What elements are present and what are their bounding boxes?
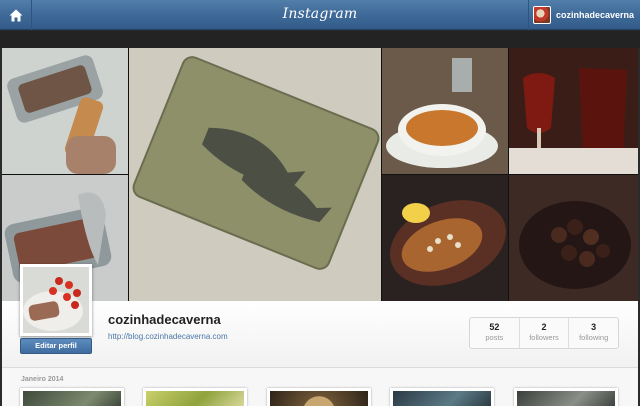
feed-photo-image (146, 391, 244, 406)
mosaic-photo-wine-glasses[interactable] (509, 48, 638, 174)
feed-photo[interactable] (143, 388, 247, 406)
feed-photo-image (23, 391, 121, 406)
stat-following[interactable]: 3 following (569, 318, 618, 348)
mosaic-photo-olives[interactable] (509, 175, 638, 301)
feed-photo[interactable] (267, 388, 371, 406)
stat-posts[interactable]: 52 posts (470, 318, 520, 348)
profile-avatar[interactable] (20, 264, 92, 336)
top-bar: Instagram cozinhadecaverna (0, 0, 640, 30)
stat-followers-label: followers (529, 333, 559, 342)
mosaic-photo-grilled-dish[interactable] (382, 175, 508, 301)
stat-following-label: following (579, 333, 609, 342)
profile-name: cozinhadecaverna (108, 312, 221, 327)
edit-profile-button[interactable]: Editar perfil (20, 338, 92, 354)
stat-followers-value: 2 (541, 322, 547, 332)
user-menu[interactable]: cozinhadecaverna (528, 0, 640, 30)
profile-info: cozinhadecaverna http://blog.cozinhadeca… (2, 301, 638, 368)
mosaic-photo-shark-card[interactable] (129, 48, 381, 301)
feed-photo[interactable] (390, 388, 494, 406)
feed-photo-image (270, 391, 368, 406)
stat-following-value: 3 (591, 322, 597, 332)
feed-photo[interactable] (20, 388, 124, 406)
stat-posts-label: posts (485, 333, 504, 342)
photo-mosaic (2, 48, 638, 301)
user-name: cozinhadecaverna (556, 10, 635, 20)
mosaic-photo-soup-cup[interactable] (382, 48, 508, 174)
feed-month-heading: Janeiro 2014 (21, 376, 64, 383)
stat-followers[interactable]: 2 followers (520, 318, 570, 348)
feed-photo-image (517, 391, 615, 406)
feed-photo-image (393, 391, 491, 406)
mosaic-photo-sardine-tin[interactable] (2, 48, 128, 174)
profile-website-link[interactable]: http://blog.cozinhadecaverna.com (108, 332, 228, 341)
stat-posts-value: 52 (489, 322, 500, 332)
profile-stats: 52 posts 2 followers 3 following (469, 317, 619, 349)
user-avatar (533, 6, 551, 24)
profile-card: cozinhadecaverna http://blog.cozinhadeca… (2, 48, 638, 406)
header-spacer (0, 31, 640, 48)
feed-photo[interactable] (514, 388, 618, 406)
